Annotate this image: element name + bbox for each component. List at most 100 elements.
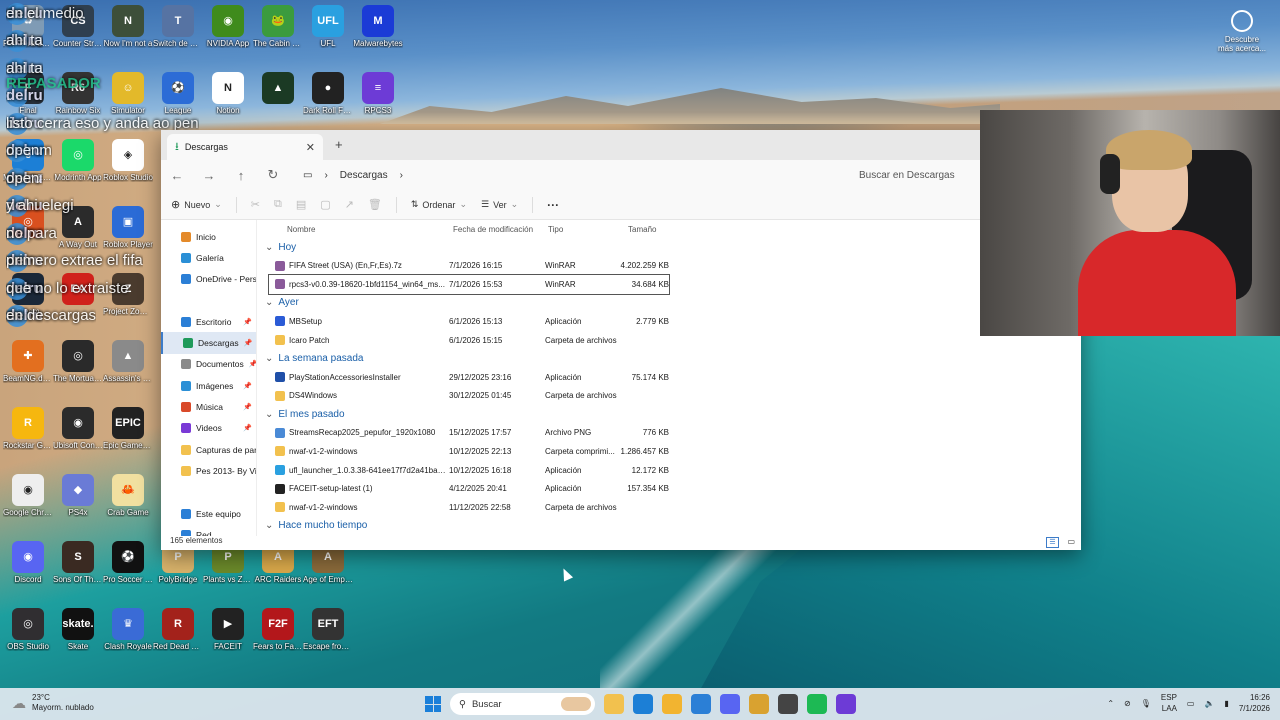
file-row[interactable]: nwaf-v1-2-windows 10/12/2025 22:13 Carpeta…: [257, 442, 1081, 461]
pin-icon[interactable]: 📌: [244, 339, 253, 347]
desktop-icon[interactable]: ◉ Discord: [3, 541, 53, 584]
sidebar-item[interactable]: Imágenes 📌: [161, 375, 256, 396]
pin-icon[interactable]: 📌: [243, 403, 252, 411]
pin-icon[interactable]: 📌: [243, 424, 252, 432]
new-tab-button[interactable]: +: [335, 137, 343, 152]
network-off-icon[interactable]: ⊘: [1124, 699, 1131, 708]
pin-icon[interactable]: 📌: [243, 382, 252, 390]
column-name[interactable]: Nombre: [287, 225, 315, 234]
desktop-icon[interactable]: R Rockstar Games: [3, 407, 53, 450]
up-icon[interactable]: ↑: [233, 168, 249, 183]
close-tab-icon[interactable]: ✕: [306, 141, 315, 154]
paste-icon[interactable]: ▤: [296, 198, 306, 211]
desktop-icon[interactable]: ● Dark Roll Free Kick Challe...: [303, 72, 353, 115]
desktop-icon[interactable]: ▲ Assassin's Creed: [103, 340, 153, 383]
sidebar-item[interactable]: Inicio: [161, 226, 256, 247]
desktop-icon[interactable]: 🦀 Crab Game: [103, 474, 153, 517]
sidebar-item[interactable]: Galería: [161, 247, 256, 268]
spotify-icon[interactable]: [807, 694, 827, 714]
sidebar-item[interactable]: OneDrive - Pers: [161, 269, 256, 290]
taskbar-search[interactable]: ⚲ Buscar: [450, 693, 595, 715]
desktop-icon[interactable]: ✚ BeamNG.drive: [3, 340, 53, 383]
group-header[interactable]: ⌄ Hace mucho tiempo: [257, 517, 1081, 536]
weather-widget[interactable]: ☁ 23°C Mayorm. nublado: [12, 693, 94, 713]
sidebar-item[interactable]: Música 📌: [161, 396, 256, 417]
desktop-icon[interactable]: S Sons Of The Forest: [53, 541, 103, 584]
file-explorer-icon[interactable]: [604, 694, 624, 714]
desktop-icon[interactable]: ◎ OBS Studio: [3, 608, 53, 651]
desktop-icon[interactable]: ◆ PS4x: [53, 474, 103, 517]
file-row[interactable]: rpcs3-v0.0.39-18620-1bfd1154_win64_ms...…: [268, 274, 670, 295]
desktop-icon[interactable]: F2F Fears to Fathom: [253, 608, 303, 651]
share-icon[interactable]: ↗: [345, 198, 354, 211]
start-button[interactable]: [425, 696, 441, 712]
group-header[interactable]: ⌄ Hoy: [257, 238, 1081, 257]
sidebar-item[interactable]: Videos 📌: [161, 418, 256, 439]
store-icon[interactable]: [691, 694, 711, 714]
column-size[interactable]: Tamaño: [628, 225, 656, 234]
folder-icon[interactable]: [662, 694, 682, 714]
desktop-icon[interactable]: R Red Dead Redempti...: [153, 608, 203, 651]
desktop-icon[interactable]: ≡ RPCS3: [353, 72, 403, 115]
forward-icon[interactable]: →: [201, 168, 217, 183]
sidebar-item[interactable]: Documentos 📌: [161, 354, 256, 375]
clock[interactable]: 16:26 7/1/2026: [1239, 692, 1270, 714]
file-row[interactable]: Icaro Patch 6/1/2026 15:15 Carpeta de arch…: [257, 331, 1081, 350]
chevron-up-icon[interactable]: ⌃: [1107, 699, 1114, 708]
copy-icon[interactable]: ⧉: [274, 198, 282, 211]
desktop-icon[interactable]: EFT Escape from Tarkov: [303, 608, 353, 651]
file-row[interactable]: DS4Windows 30/12/2025 01:45 Carpeta de arc…: [257, 386, 1081, 405]
cut-icon[interactable]: ✂: [251, 198, 260, 211]
tiles-view-icon[interactable]: ▭: [1067, 537, 1075, 546]
desktop-icon[interactable]: ♛ Clash Royale: [103, 608, 153, 651]
sidebar-item[interactable]: Este equipo: [161, 503, 256, 524]
group-header[interactable]: ⌄ Ayer: [257, 294, 1081, 313]
view-button[interactable]: ☰ Ver ⌄: [481, 199, 518, 210]
edge-icon[interactable]: [633, 694, 653, 714]
group-header[interactable]: ⌄ La semana pasada: [257, 349, 1081, 368]
desktop-icon[interactable]: ⚽ Pro Soccer Online: [103, 541, 153, 584]
language-indicator[interactable]: ESP LAA: [1161, 692, 1177, 714]
pin-icon[interactable]: 📌: [243, 318, 252, 326]
file-row[interactable]: nwaf-v1-2-windows 11/12/2025 22:58 Carpeta…: [257, 498, 1081, 517]
file-row[interactable]: FIFA Street (USA) (En,Fr,Es).7z 7/1/2026 …: [257, 257, 1081, 276]
file-row[interactable]: ufl_launcher_1.0.3.38-641ee17f7d2a41ba9.…: [257, 461, 1081, 480]
sidebar-item[interactable]: Descargas 📌: [161, 332, 256, 354]
file-row[interactable]: MBSetup 6/1/2026 15:13 Aplicación 2.779 KB: [257, 312, 1081, 331]
desktop-icon[interactable]: ◉ Google Chrome: [3, 474, 53, 517]
details-view-icon[interactable]: ☰: [1046, 537, 1059, 548]
obs-icon[interactable]: [778, 694, 798, 714]
display-icon[interactable]: ▭: [1187, 699, 1195, 708]
chrome-icon[interactable]: [749, 694, 769, 714]
mic-icon[interactable]: 🎙: [1141, 699, 1151, 708]
breadcrumb-item[interactable]: Descargas: [340, 170, 388, 181]
file-row[interactable]: PlayStationAccessoriesInstaller 29/12/202…: [257, 368, 1081, 387]
column-type[interactable]: Tipo: [548, 225, 563, 234]
new-button[interactable]: ⊕ Nuevo ⌄: [171, 198, 222, 211]
desktop-icon[interactable]: EPIC Epic Games Launcher: [103, 407, 153, 450]
rename-icon[interactable]: ▢: [320, 198, 330, 211]
pin-icon[interactable]: 📌: [249, 360, 256, 368]
volume-icon[interactable]: 🔈: [1204, 699, 1214, 708]
desktop-icon[interactable]: UFL UFL: [303, 5, 353, 48]
file-row[interactable]: StreamsRecap2025_pepufor_1920x1080 15/12/…: [257, 424, 1081, 443]
sidebar-item[interactable]: Pes 2013- By Vir: [161, 460, 256, 481]
tab-descargas[interactable]: ⭳ Descargas ✕: [167, 134, 323, 160]
desktop-icon[interactable]: ◎ The Mortuary Assistant: [53, 340, 103, 383]
back-icon[interactable]: ←: [169, 168, 185, 183]
sidebar-item[interactable]: Escritorio 📌: [161, 311, 256, 332]
delete-icon[interactable]: 🗑: [368, 198, 382, 211]
breadcrumb[interactable]: ▭ › Descargas ›: [297, 164, 837, 186]
desktop-icon[interactable]: M Malwarebytes: [353, 5, 403, 48]
sidebar-item[interactable]: Capturas de par: [161, 439, 256, 460]
discord-icon[interactable]: [720, 694, 740, 714]
refresh-icon[interactable]: ↻: [265, 167, 281, 183]
discover-widget[interactable]: Descubre más acerca...: [1218, 10, 1266, 53]
desktop-icon[interactable]: ◉ Ubisoft Connect: [53, 407, 103, 450]
desktop-icon[interactable]: skate. Skate: [53, 608, 103, 651]
group-header[interactable]: ⌄ El mes pasado: [257, 405, 1081, 424]
battery-icon[interactable]: ▮: [1224, 699, 1228, 708]
column-date[interactable]: Fecha de modificación: [453, 225, 533, 234]
sort-button[interactable]: ⇅ Ordenar ⌄: [411, 199, 467, 210]
desktop-icon[interactable]: ▶ FACEIT: [203, 608, 253, 651]
